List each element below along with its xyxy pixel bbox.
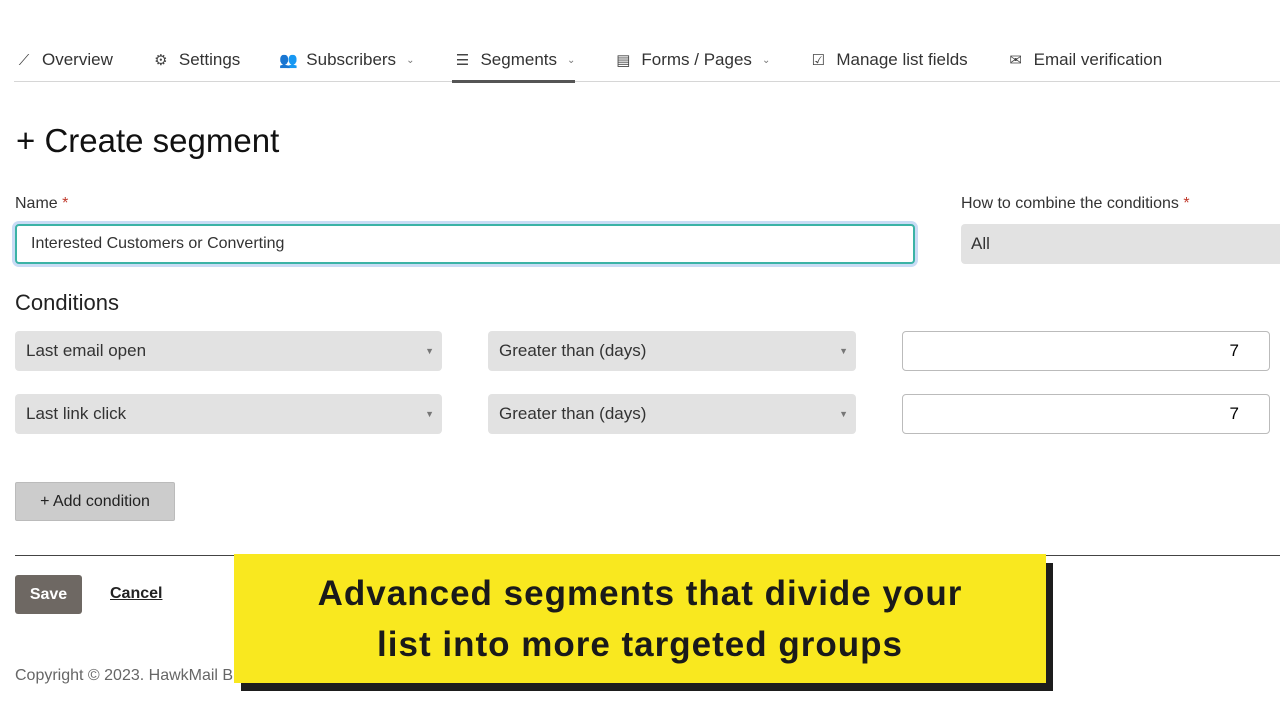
promo-banner: Advanced segments that divide your list … — [234, 554, 1046, 683]
save-button[interactable]: Save — [15, 575, 82, 614]
chart-line-icon: ⟋ — [18, 51, 30, 69]
caret-down-icon: ▼ — [839, 409, 848, 419]
chevron-down-icon: ⌄ — [567, 54, 576, 66]
page-title: + Create segment — [16, 122, 280, 159]
name-input[interactable] — [15, 224, 915, 264]
tab-subscribers[interactable]: 👥 Subscribers ⌄ — [278, 40, 415, 80]
caret-down-icon: ▼ — [425, 346, 434, 356]
tab-segments[interactable]: ☰ Segments ⌄ — [452, 40, 576, 83]
condition-field-select[interactable]: Last link click ▼ — [15, 394, 442, 434]
users-icon: 👥 — [278, 52, 298, 69]
condition-value-input[interactable] — [902, 394, 1270, 434]
chevron-down-icon: ⌄ — [761, 54, 771, 66]
condition-field-select[interactable]: Last email open ▼ — [15, 331, 442, 371]
copyright: Copyright © 2023. HawkMail B — [15, 667, 234, 684]
name-label: Name * — [15, 195, 69, 212]
tab-manage-list-fields[interactable]: ☑ Manage list fields — [808, 40, 968, 80]
tab-email-verification[interactable]: ✉ Email verification — [1006, 40, 1162, 80]
mail-check-icon: ✉ — [1009, 52, 1022, 69]
caret-down-icon: ▼ — [425, 409, 434, 419]
combine-select[interactable]: All — [961, 224, 1280, 264]
condition-value-input[interactable] — [902, 331, 1270, 371]
form-icon: ▤ — [616, 52, 631, 69]
caret-down-icon: ▼ — [839, 346, 848, 356]
add-condition-button[interactable]: + Add condition — [15, 482, 175, 521]
segments-icon: ☰ — [455, 52, 470, 69]
condition-operator-select[interactable]: Greater than (days) ▼ — [488, 331, 856, 371]
tab-settings[interactable]: ⚙ Settings — [151, 40, 240, 80]
gear-icon: ⚙ — [154, 52, 168, 69]
conditions-title: Conditions — [15, 290, 119, 315]
combine-label: How to combine the conditions * — [961, 195, 1190, 212]
checklist-icon: ☑ — [811, 52, 826, 69]
tab-overview[interactable]: ⟋ Overview — [14, 40, 113, 80]
plus-icon: + — [16, 122, 45, 159]
tab-forms-pages[interactable]: ▤ Forms / Pages ⌄ — [613, 40, 770, 80]
chevron-down-icon: ⌄ — [406, 54, 415, 66]
nav-tabs: ⟋ Overview ⚙ Settings 👥 Subscribers ⌄ ☰ Segme… — [14, 40, 1280, 83]
cancel-link[interactable]: Cancel — [110, 585, 162, 603]
condition-operator-select[interactable]: Greater than (days) ▼ — [488, 394, 856, 434]
